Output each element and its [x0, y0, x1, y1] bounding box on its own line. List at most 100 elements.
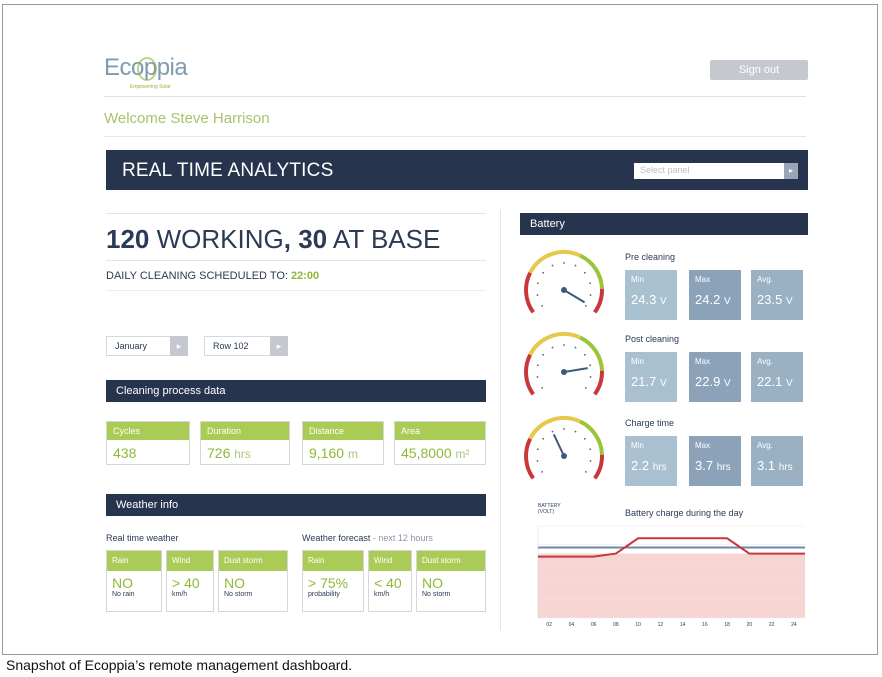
panel-select[interactable]: Select panel ▸	[634, 163, 798, 179]
card-value: > 75%	[308, 575, 349, 591]
base-count: 30	[298, 224, 328, 254]
card-label: Duration	[201, 422, 289, 440]
x-tick-label: 16	[702, 622, 708, 628]
post-cleaning-gauge	[524, 332, 604, 396]
gauge-needle	[563, 367, 588, 373]
chevron-right-icon[interactable]: ▸	[270, 336, 288, 356]
chart-area-fill	[538, 553, 805, 618]
card-value: < 40	[374, 575, 402, 591]
gauge-tick	[583, 353, 586, 356]
realtime-rain-card: Rain NO No rain	[106, 550, 162, 612]
x-tick-label: 18	[724, 622, 730, 628]
x-tick-label: 12	[658, 622, 664, 628]
charge-min-stat: Min 2.2 hrs	[625, 436, 677, 486]
row-dropdown[interactable]: Row 102 ▸	[204, 336, 288, 356]
pre-min-stat: Min 24.3 V	[625, 270, 677, 320]
card-label: Dust storm	[417, 551, 485, 571]
gauge-tick	[536, 282, 539, 285]
row-value: Row 102	[213, 341, 249, 351]
gauge-needle	[563, 289, 586, 304]
card-label: Rain	[107, 551, 161, 571]
gauge-tick	[574, 430, 577, 433]
gauge-tick	[584, 304, 587, 307]
gauge-tick	[536, 376, 539, 378]
charge-time-title: Charge time	[625, 418, 675, 428]
x-tick-label: 04	[569, 622, 575, 628]
gauge-tick	[542, 353, 545, 356]
divider	[104, 96, 806, 97]
cleaning-panel-header: Cleaning process data	[106, 380, 486, 402]
card-value: > 40	[172, 575, 200, 591]
welcome-message: Welcome Steve Harrison	[104, 110, 270, 127]
logo-tagline: Empowering Solar	[130, 84, 171, 90]
card-label: Wind	[369, 551, 411, 571]
x-tick-label: 14	[680, 622, 686, 628]
pre-avg-stat: Avg. 23.5 V	[751, 270, 803, 320]
chevron-right-icon[interactable]: ▸	[170, 336, 188, 356]
month-dropdown[interactable]: January ▸	[106, 336, 188, 356]
pre-max-stat: Max 24.2 V	[689, 270, 741, 320]
post-max-stat: Max 22.9 V	[689, 352, 741, 402]
gauge-tick	[563, 262, 565, 264]
realtime-weather-label: Real time weather	[106, 533, 179, 543]
page-banner: REAL TIME ANALYTICS Select panel ▸	[106, 150, 808, 190]
card-subtext: No rain	[112, 591, 135, 598]
card-label: Cycles	[107, 422, 189, 440]
gauge-tick	[536, 448, 539, 451]
card-subtext: km/h	[172, 591, 188, 598]
battery-panel-header: Battery	[520, 213, 808, 235]
schedule-label: DAILY CLEANING SCHEDULED TO:	[106, 270, 288, 282]
distance-card: Distance 9,160 m	[302, 421, 384, 465]
x-tick-label: 20	[747, 622, 753, 628]
realtime-dust-card: Dust storm NO No storm	[218, 550, 288, 612]
page-title: REAL TIME ANALYTICS	[122, 160, 334, 181]
gauge-tick	[589, 448, 592, 451]
gauge-arc	[524, 353, 535, 396]
divider	[104, 136, 806, 137]
card-value: 9,160 m	[309, 445, 358, 461]
gauge-needle	[552, 433, 565, 457]
gauge-tick	[542, 271, 545, 274]
x-tick-label: 22	[769, 622, 775, 628]
figure-caption: Snapshot of Ecoppia’s remote management …	[6, 657, 353, 673]
gauge-tick	[551, 264, 554, 267]
post-avg-stat: Avg. 22.1 V	[751, 352, 803, 402]
gauge-tick	[574, 264, 577, 267]
forecast-dust-card: Dust storm NO No storm	[416, 550, 486, 612]
chevron-right-icon[interactable]: ▸	[784, 163, 798, 179]
schedule-time: 22:00	[291, 270, 320, 282]
gauge-tick	[551, 346, 554, 349]
gauge-arc	[593, 454, 604, 480]
fleet-status: 120 WORKING, 30 AT BASE	[106, 224, 441, 254]
card-label: Wind	[167, 551, 213, 571]
gauge-tick	[589, 460, 592, 462]
gauge-arc	[593, 288, 604, 314]
gauge-arc	[528, 332, 582, 356]
card-label: Area	[395, 422, 485, 440]
card-subtext: No storm	[224, 591, 253, 598]
gauge-tick	[536, 460, 539, 462]
x-tick-label: 08	[613, 622, 619, 628]
month-value: January	[115, 341, 148, 351]
working-count: 120	[106, 224, 150, 254]
gauge-hub	[561, 453, 567, 459]
pre-cleaning-gauge	[524, 250, 604, 314]
gauge-tick	[589, 282, 592, 285]
gauge-arc	[579, 253, 604, 289]
logo: Ecoppia Empowering Solar	[104, 54, 188, 90]
post-min-stat: Min 21.7 V	[625, 352, 677, 402]
realtime-wind-card: Wind > 40 km/h	[166, 550, 214, 612]
gauge-tick	[563, 344, 565, 346]
charge-max-stat: Max 3.7 hrs	[689, 436, 741, 486]
x-tick-label: 24	[791, 622, 797, 628]
gauge-tick	[536, 294, 539, 296]
duration-card: Duration 726 hrs	[200, 421, 290, 465]
forecast-rain-card: Rain > 75% probability	[302, 550, 364, 612]
gauge-tick	[563, 428, 565, 430]
chart-title: Battery charge during the day	[625, 508, 744, 518]
gauge-tick	[583, 271, 586, 274]
sign-out-button[interactable]: Sign out	[710, 60, 808, 80]
gauge-tick	[584, 386, 587, 389]
gauge-hub	[561, 369, 567, 375]
x-tick-label: 06	[591, 622, 597, 628]
